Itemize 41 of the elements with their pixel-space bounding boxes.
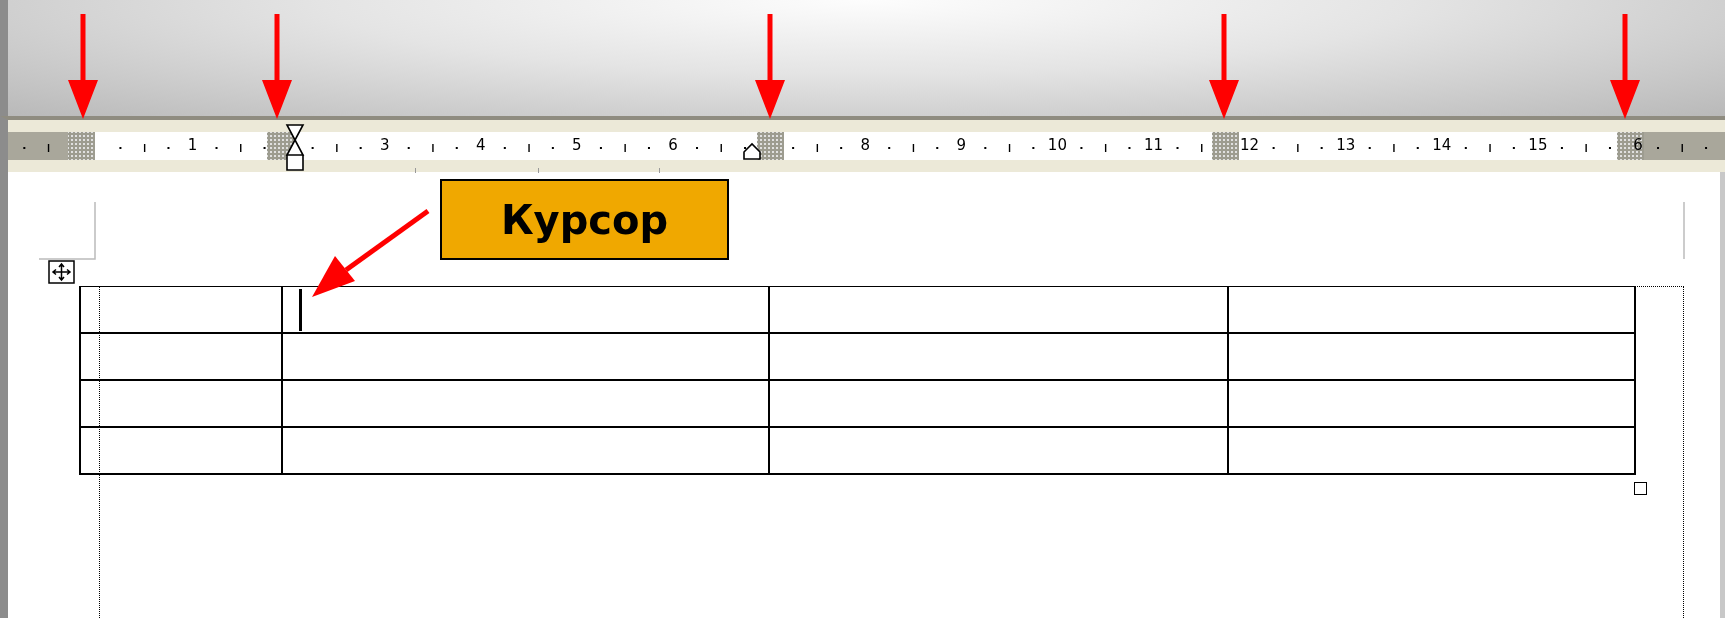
indent-marker-icon[interactable]	[285, 124, 305, 174]
margin-corner-mark	[1682, 202, 1686, 262]
table-cell[interactable]	[770, 381, 1229, 428]
table-cell[interactable]	[770, 287, 1229, 334]
ruler-number: 9	[956, 135, 967, 155]
ruler-number: 14	[1432, 135, 1452, 155]
table-move-icon[interactable]	[48, 260, 75, 284]
table-resize-handle[interactable]	[1634, 482, 1647, 495]
ruler-number: 11	[1143, 135, 1164, 155]
table-cell[interactable]	[1229, 381, 1636, 428]
table-cell[interactable]	[1229, 428, 1636, 475]
ruler-number: 8	[860, 135, 870, 155]
table-cell[interactable]	[283, 428, 770, 475]
table-cell[interactable]	[1229, 287, 1636, 334]
ruler-number: 10	[1047, 135, 1067, 155]
ruler-number: 3	[379, 135, 390, 155]
ruler-number: 1	[187, 135, 198, 155]
column-marker[interactable]	[1212, 132, 1239, 160]
ruler-number: 6	[1633, 135, 1643, 155]
text-cursor	[299, 289, 302, 331]
table-cell[interactable]	[283, 381, 770, 428]
table-cell[interactable]	[283, 334, 770, 381]
right-indent-marker-icon[interactable]	[742, 142, 762, 160]
table-cell[interactable]	[81, 381, 283, 428]
ruler-number: 12	[1240, 135, 1260, 155]
column-marker[interactable]	[1617, 132, 1644, 160]
table-cell[interactable]	[81, 428, 283, 475]
ruler-number: 4	[476, 135, 486, 155]
table-cell[interactable]	[770, 428, 1229, 475]
ruler-number: 15	[1528, 135, 1548, 155]
ruler-number: 13	[1336, 135, 1356, 155]
column-marker[interactable]	[757, 132, 784, 160]
callout-label: Курсор	[440, 179, 729, 260]
table-cell[interactable]	[1229, 334, 1636, 381]
ruler-number: 5	[572, 135, 582, 155]
column-marker[interactable]	[68, 132, 95, 160]
table-cell[interactable]	[770, 334, 1229, 381]
margin-corner-mark	[39, 202, 99, 262]
table-cell[interactable]	[81, 334, 283, 381]
table-cell[interactable]	[81, 287, 283, 334]
ruler-number: 6	[668, 135, 678, 155]
